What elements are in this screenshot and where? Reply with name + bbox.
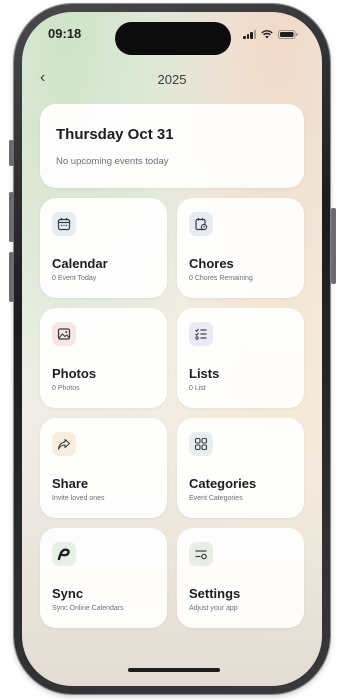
- sync-logo-icon: [52, 542, 76, 566]
- year-title: 2025: [157, 72, 187, 87]
- tile-subtitle: Invite loved ones: [52, 495, 105, 502]
- tile-sync[interactable]: Sync Sync Online Calendars: [40, 528, 167, 628]
- tile-photos[interactable]: Photos 0 Photos: [40, 308, 167, 408]
- chores-icon: [189, 212, 213, 236]
- home-indicator[interactable]: [128, 668, 220, 672]
- today-card[interactable]: Thursday Oct 31 No upcoming events today: [40, 104, 304, 188]
- screen: 09:18 ‹ 2025 Thursday Oct 31 No upcoming…: [22, 12, 322, 686]
- share-icon: [52, 432, 76, 456]
- device: 09:18 ‹ 2025 Thursday Oct 31 No upcoming…: [14, 4, 330, 694]
- checklist-icon: [189, 322, 213, 346]
- tile-subtitle: 0 Chores Remaining: [189, 275, 253, 282]
- side-button: [331, 208, 336, 284]
- tile-subtitle: 0 List: [189, 385, 206, 392]
- signal-icon: [243, 30, 256, 39]
- tile-settings[interactable]: Settings Adjust your app: [177, 528, 304, 628]
- tile-share[interactable]: Share Invite loved ones: [40, 418, 167, 518]
- tile-title: Lists: [189, 366, 220, 381]
- tile-lists[interactable]: Lists 0 List: [177, 308, 304, 408]
- wifi-icon: [261, 30, 273, 39]
- calendar-icon: [52, 212, 76, 236]
- tile-title: Sync: [52, 586, 84, 601]
- tile-calendar[interactable]: Calendar 0 Event Today: [40, 198, 167, 298]
- tiles-grid: Calendar 0 Event Today Chores 0 Chores R…: [40, 198, 304, 628]
- dynamic-island: [115, 22, 231, 55]
- tile-chores[interactable]: Chores 0 Chores Remaining: [177, 198, 304, 298]
- tile-subtitle: Event Categories: [189, 495, 243, 502]
- tile-subtitle: Adjust your app: [189, 605, 238, 612]
- tile-title: Categories: [189, 476, 257, 491]
- tile-subtitle: Sync Online Calendars: [52, 605, 124, 612]
- battery-icon: [278, 30, 298, 39]
- tile-categories[interactable]: Categories Event Categories: [177, 418, 304, 518]
- today-subtitle: No upcoming events today: [56, 156, 169, 167]
- tile-title: Photos: [52, 366, 97, 381]
- today-title: Thursday Oct 31: [56, 126, 174, 143]
- tile-subtitle: 0 Event Today: [52, 275, 97, 282]
- settings-icon: [189, 542, 213, 566]
- tile-title: Chores: [189, 256, 234, 271]
- tile-title: Share: [52, 476, 89, 491]
- categories-icon: [189, 432, 213, 456]
- status-icons: [243, 30, 298, 39]
- tile-title: Calendar: [52, 256, 108, 271]
- tile-subtitle: 0 Photos: [52, 385, 80, 392]
- status-time: 09:18: [48, 26, 82, 41]
- tile-title: Settings: [189, 586, 241, 601]
- photo-icon: [52, 322, 76, 346]
